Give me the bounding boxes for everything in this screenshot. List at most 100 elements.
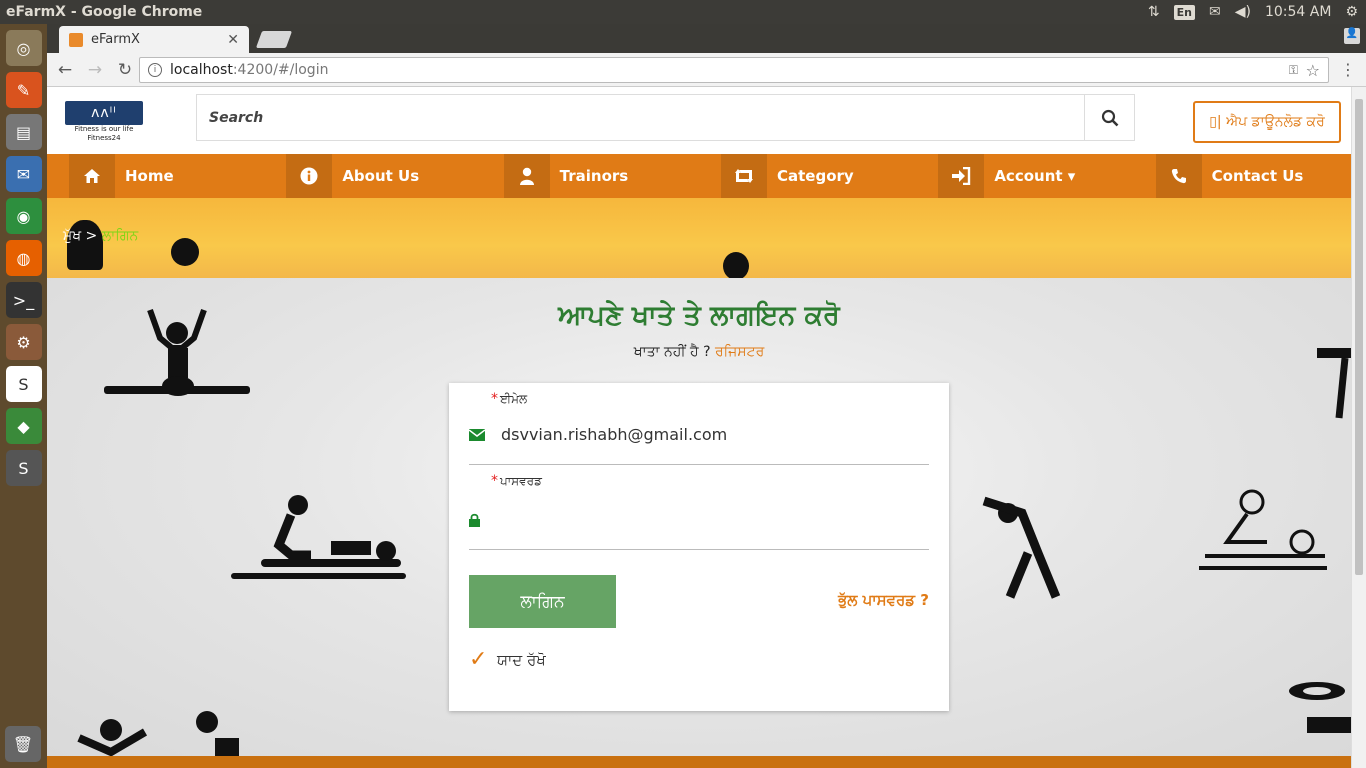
email-input[interactable]: dsvvian.rishabh@gmail.com — [501, 425, 727, 444]
file-manager-icon[interactable]: ▤ — [5, 114, 42, 150]
slack-icon[interactable]: S — [5, 366, 42, 402]
footer-strip — [47, 756, 1351, 768]
email-label-text: ਈਮੇਲ — [500, 392, 528, 406]
login-card: * ਈਮੇਲ dsvvian.rishabh@gmail.com * ਪਾਸਵਰਡ … — [449, 383, 949, 711]
settings-gear-icon[interactable]: ⚙ — [1345, 4, 1358, 20]
os-top-panel: eFarmX - Google Chrome ⇅ En ✉ ◀) 10:54 A… — [0, 0, 1366, 24]
page-viewport: ᴧᴧᴵᴵ Fitness is our life Fitness24 ▯| ਐਪ… — [47, 87, 1366, 768]
search-bar — [196, 94, 1135, 141]
email-label: * ਈਮੇਲ — [491, 391, 527, 407]
email-field[interactable]: * ਈਮੇਲ dsvvian.rishabh@gmail.com — [468, 383, 929, 465]
banner-silhouette — [723, 252, 749, 278]
firefox-icon[interactable]: ◍ — [5, 240, 42, 276]
tab-title: eFarmX — [91, 32, 140, 47]
breadcrumb-current: ਲਾਗਿਨ — [101, 228, 139, 244]
remember-me-checkbox[interactable]: ✓ ਯਾਦ ਰੱਖੋ — [469, 647, 546, 672]
logo-mark: ᴧᴧᴵᴵ — [65, 101, 143, 125]
envelope-icon — [468, 429, 486, 445]
trash-icon[interactable]: 🗑 — [5, 726, 41, 762]
ubuntu-dash-icon[interactable]: ◎ — [5, 30, 42, 66]
nav-item-trainors[interactable]: Trainors — [482, 154, 699, 198]
login-section: ਆਪਣੇ ਖਾਤੇ ਤੇ ਲਾਗਇਨ ਕਰੋ ਖਾਤਾ ਨਹੀਂ ਹੈ ? ਰਜ… — [47, 278, 1351, 756]
main-navbar: Home About Us Trainors Category Account … — [47, 154, 1351, 198]
tools-app-icon[interactable]: ✎ — [5, 72, 42, 108]
breadcrumb-home[interactable]: ਮੁੱਖ — [63, 228, 81, 244]
nav-label: About Us — [342, 167, 420, 185]
breadcrumb: ਮੁੱਖ > ਲਾਗਿਨ — [63, 228, 138, 244]
scrollbar-thumb[interactable] — [1355, 99, 1363, 575]
spa-massage-pictogram — [1199, 489, 1327, 570]
logo-subtitle: Fitness24 — [87, 134, 121, 142]
reload-icon[interactable]: ↻ — [113, 60, 137, 80]
bookmark-star-icon[interactable]: ☆ — [1306, 61, 1320, 80]
clock[interactable]: 10:54 AM — [1265, 4, 1331, 20]
profile-icon[interactable]: 👤 — [1344, 28, 1360, 44]
forward-icon[interactable]: → — [83, 60, 107, 80]
logo-tagline: Fitness is our life — [74, 125, 134, 133]
android-studio-icon[interactable]: ◆ — [5, 408, 42, 444]
app-launcher: ◎ ✎ ▤ ✉ ◉ ◍ >_ ⚙ S ◆ S 🗑 — [0, 24, 47, 768]
banner-silhouette — [171, 238, 199, 266]
lock-icon — [469, 513, 480, 531]
password-label-text: ਪਾਸਵਰਡ — [500, 474, 542, 488]
tab-close-icon[interactable]: ✕ — [227, 32, 239, 48]
nav-item-account[interactable]: Account ▾ — [916, 154, 1133, 198]
site-header: ᴧᴧᴵᴵ Fitness is our life Fitness24 ▯| ਐਪ… — [47, 87, 1351, 154]
breadcrumb-separator: > — [85, 228, 98, 244]
url-host: localhost — [170, 62, 233, 78]
app-download-button[interactable]: ▯| ਐਪ ਡਾਊਨਲੋਡ ਕਰੋ — [1193, 101, 1341, 143]
search-icon — [1101, 109, 1118, 126]
retweet-icon — [720, 154, 767, 198]
home-icon — [69, 154, 115, 198]
browser-window: eFarmX ✕ 👤 ← → ↻ i localhost:4200/#/logi… — [47, 24, 1366, 768]
register-link[interactable]: ਰਜਿਸਟਰ — [715, 344, 764, 360]
group-exercise-pictogram — [77, 711, 239, 756]
register-prompt: ਖਾਤਾ ਨਹੀਂ ਹੈ ? ਰਜਿਸਟਰ — [47, 344, 1351, 360]
nav-item-about[interactable]: About Us — [264, 154, 481, 198]
page-scrollbar[interactable] — [1351, 87, 1366, 768]
sign-in-icon — [938, 154, 985, 198]
key-icon[interactable]: ⚿ — [1289, 63, 1298, 78]
required-marker: * — [491, 473, 498, 489]
address-bar[interactable]: i localhost:4200/#/login ⚿ ☆ — [139, 57, 1329, 83]
forgot-password-link[interactable]: ਭੁੱਲ ਪਾਸਵਰਡ ? — [838, 591, 929, 609]
new-tab-button[interactable] — [255, 31, 293, 48]
terminal-icon[interactable]: >_ — [5, 282, 42, 318]
user-icon — [503, 154, 550, 198]
system-settings-icon[interactable]: ⚙ — [5, 324, 42, 360]
info-icon — [286, 154, 333, 198]
password-field[interactable]: * ਪਾਸਵਰਡ — [469, 465, 929, 550]
login-button[interactable]: ਲਾਗਿਨ — [469, 575, 616, 628]
massage-pictogram — [231, 495, 406, 579]
nav-label: Account ▾ — [994, 167, 1076, 185]
browser-tab[interactable]: eFarmX ✕ — [59, 26, 249, 53]
required-marker: * — [491, 391, 498, 407]
mail-icon[interactable]: ✉ — [1209, 4, 1221, 20]
hanging-lamp-pictogram — [1289, 682, 1351, 733]
back-icon[interactable]: ← — [53, 60, 77, 80]
nav-item-category[interactable]: Category — [699, 154, 916, 198]
chrome-icon[interactable]: ◉ — [5, 198, 42, 234]
keyboard-layout-indicator[interactable]: En — [1173, 4, 1196, 20]
browser-menu-icon[interactable]: ⋮ — [1340, 60, 1356, 79]
search-input[interactable] — [197, 95, 1084, 140]
nav-item-home[interactable]: Home — [47, 154, 264, 198]
nav-label: Trainors — [559, 167, 629, 185]
thunderbird-icon[interactable]: ✉ — [5, 156, 42, 192]
checkmark-icon: ✓ — [469, 647, 488, 672]
stretching-pictogram — [982, 496, 1061, 599]
nav-label: Contact Us — [1211, 167, 1304, 185]
nav-item-contact[interactable]: Contact Us — [1134, 154, 1351, 198]
page-banner: ਮੁੱਖ > ਲਾਗਿਨ — [47, 198, 1351, 278]
volume-icon[interactable]: ◀) — [1235, 4, 1251, 20]
sublime-text-icon[interactable]: S — [5, 450, 42, 486]
system-tray: ⇅ En ✉ ◀) 10:54 AM ⚙ — [1148, 0, 1358, 24]
nav-label: Home — [125, 167, 174, 185]
site-info-icon[interactable]: i — [148, 63, 162, 77]
network-icon[interactable]: ⇅ — [1148, 4, 1160, 20]
site-logo[interactable]: ᴧᴧᴵᴵ Fitness is our life Fitness24 — [65, 101, 143, 143]
url-path: :4200/#/login — [232, 62, 329, 78]
nav-label: Category — [776, 167, 854, 185]
window-title: eFarmX - Google Chrome — [6, 4, 203, 20]
search-button[interactable] — [1084, 95, 1134, 140]
